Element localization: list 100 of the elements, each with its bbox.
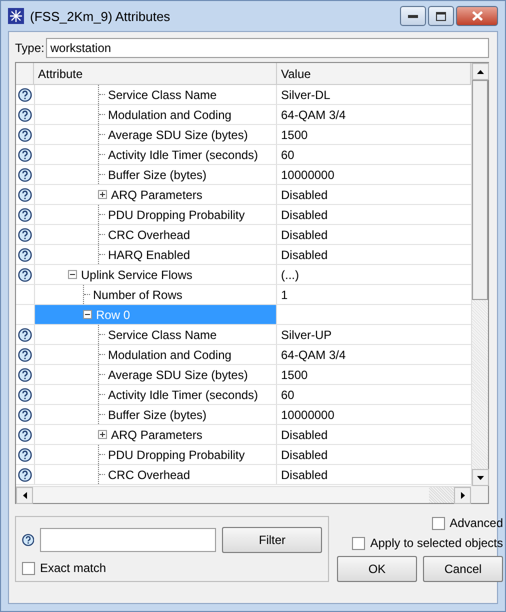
value-cell[interactable]: 1 xyxy=(277,285,471,304)
value-cell[interactable]: Disabled xyxy=(277,225,471,244)
horizontal-scrollbar[interactable] xyxy=(16,486,471,503)
help-icon[interactable] xyxy=(18,408,32,422)
value-cell[interactable]: Disabled xyxy=(277,445,471,464)
attribute-cell[interactable]: ARQ Parameters xyxy=(34,425,277,444)
help-icon[interactable] xyxy=(18,388,32,402)
attribute-name: Uplink Service Flows xyxy=(81,268,192,282)
help-icon[interactable] xyxy=(18,468,32,482)
attribute-cell[interactable]: Service Class Name xyxy=(34,85,277,104)
collapse-icon[interactable] xyxy=(83,310,92,319)
attribute-name: Buffer Size (bytes) xyxy=(108,168,206,182)
attribute-cell[interactable]: PDU Dropping Probability xyxy=(34,445,277,464)
value-cell[interactable]: Silver-UP xyxy=(277,325,471,344)
value-cell[interactable]: 64-QAM 3/4 xyxy=(277,105,471,124)
attribute-cell[interactable]: Average SDU Size (bytes) xyxy=(34,365,277,384)
value-cell[interactable]: Disabled xyxy=(277,185,471,204)
attribute-cell[interactable]: Activity Idle Timer (seconds) xyxy=(34,385,277,404)
vertical-scrollbar[interactable] xyxy=(471,63,488,486)
help-icon[interactable] xyxy=(18,428,32,442)
checkbox[interactable] xyxy=(22,562,35,574)
help-icon[interactable] xyxy=(18,148,32,162)
expand-icon[interactable] xyxy=(98,430,107,439)
attribute-cell[interactable]: ARQ Parameters xyxy=(34,185,277,204)
attribute-cell[interactable]: Uplink Service Flows xyxy=(34,265,277,284)
filter-button[interactable]: Filter xyxy=(222,527,322,553)
help-icon[interactable] xyxy=(18,88,32,102)
scrollbar-thumb[interactable] xyxy=(472,80,488,300)
attribute-cell[interactable]: HARQ Enabled xyxy=(34,245,277,264)
checkbox-label[interactable]: Apply to selected objects xyxy=(370,536,503,550)
help-icon[interactable] xyxy=(18,108,32,122)
attribute-name: Average SDU Size (bytes) xyxy=(108,368,248,382)
column-header[interactable]: Attribute xyxy=(34,63,277,84)
help-icon[interactable] xyxy=(18,248,32,262)
attribute-name: Buffer Size (bytes) xyxy=(108,408,206,422)
maximize-icon xyxy=(436,12,446,20)
value-cell[interactable]: 60 xyxy=(277,385,471,404)
help-icon[interactable] xyxy=(18,168,32,182)
help-icon[interactable] xyxy=(22,533,34,547)
cancel-button[interactable]: Cancel xyxy=(423,556,503,582)
type-field[interactable]: workstation xyxy=(46,38,489,58)
checkbox-label[interactable]: Exact match xyxy=(40,561,106,575)
value-cell[interactable]: Disabled xyxy=(277,205,471,224)
attribute-name: Modulation and Coding xyxy=(108,348,232,362)
attribute-cell[interactable]: Modulation and Coding xyxy=(34,345,277,364)
help-icon[interactable] xyxy=(18,368,32,382)
help-icon[interactable] xyxy=(18,328,32,342)
value-cell[interactable]: (...) xyxy=(277,265,471,284)
scrollbar-thumb[interactable] xyxy=(429,487,454,503)
value-cell[interactable]: 1500 xyxy=(277,365,471,384)
attribute-cell[interactable]: Service Class Name xyxy=(34,325,277,344)
checkbox[interactable] xyxy=(352,536,366,550)
attribute-cell[interactable]: Number of Rows xyxy=(34,285,277,304)
value-cell[interactable]: Silver-DL xyxy=(277,85,471,104)
value-cell[interactable]: 60 xyxy=(277,145,471,164)
checkbox[interactable] xyxy=(432,516,445,530)
filter-field[interactable] xyxy=(40,528,216,552)
help-icon[interactable] xyxy=(18,348,32,362)
scroll-left-button[interactable] xyxy=(16,487,33,504)
type-label: Type: xyxy=(15,41,44,55)
star-icon xyxy=(8,8,24,24)
scroll-up-button[interactable] xyxy=(472,63,489,80)
value-cell[interactable]: 64-QAM 3/4 xyxy=(277,345,471,364)
attribute-name: PDU Dropping Probability xyxy=(108,208,245,222)
attribute-cell[interactable]: Average SDU Size (bytes) xyxy=(34,125,277,144)
value-cell[interactable]: 10000000 xyxy=(277,165,471,184)
attribute-cell[interactable]: CRC Overhead xyxy=(34,225,277,244)
ok-button[interactable]: OK xyxy=(337,556,417,582)
attribute-cell[interactable]: Buffer Size (bytes) xyxy=(34,165,277,184)
expand-icon[interactable] xyxy=(98,190,107,199)
minimize-button[interactable] xyxy=(400,6,426,26)
minimize-icon xyxy=(408,14,418,18)
scroll-right-button[interactable] xyxy=(454,487,471,504)
maximize-button[interactable] xyxy=(428,6,454,26)
help-icon[interactable] xyxy=(18,128,32,142)
value-cell[interactable]: 10000000 xyxy=(277,405,471,424)
attribute-name: Number of Rows xyxy=(93,288,182,302)
value-cell[interactable]: Disabled xyxy=(277,465,471,484)
attribute-cell[interactable]: Modulation and Coding xyxy=(34,105,277,124)
value-cell[interactable]: Disabled xyxy=(277,245,471,264)
value-cell[interactable]: Disabled xyxy=(277,425,471,444)
help-icon[interactable] xyxy=(18,208,32,222)
attribute-name: Row 0 xyxy=(96,308,130,322)
value-cell[interactable]: 1500 xyxy=(277,125,471,144)
attribute-name: Average SDU Size (bytes) xyxy=(108,128,248,142)
attribute-name: CRC Overhead xyxy=(108,468,190,482)
down-arrow-icon xyxy=(477,476,484,480)
attribute-name: Service Class Name xyxy=(108,88,217,102)
attribute-cell[interactable]: CRC Overhead xyxy=(34,465,277,484)
help-icon[interactable] xyxy=(18,188,32,202)
attribute-cell[interactable]: PDU Dropping Probability xyxy=(34,205,277,224)
attribute-cell[interactable]: Buffer Size (bytes) xyxy=(34,405,277,424)
checkbox-label[interactable]: Advanced xyxy=(450,516,503,530)
collapse-icon[interactable] xyxy=(68,270,77,279)
attribute-cell[interactable]: Activity Idle Timer (seconds) xyxy=(34,145,277,164)
help-icon[interactable] xyxy=(18,268,32,282)
close-button[interactable] xyxy=(456,6,498,26)
help-icon[interactable] xyxy=(18,228,32,242)
scroll-down-button[interactable] xyxy=(472,469,489,486)
help-icon[interactable] xyxy=(18,448,32,462)
